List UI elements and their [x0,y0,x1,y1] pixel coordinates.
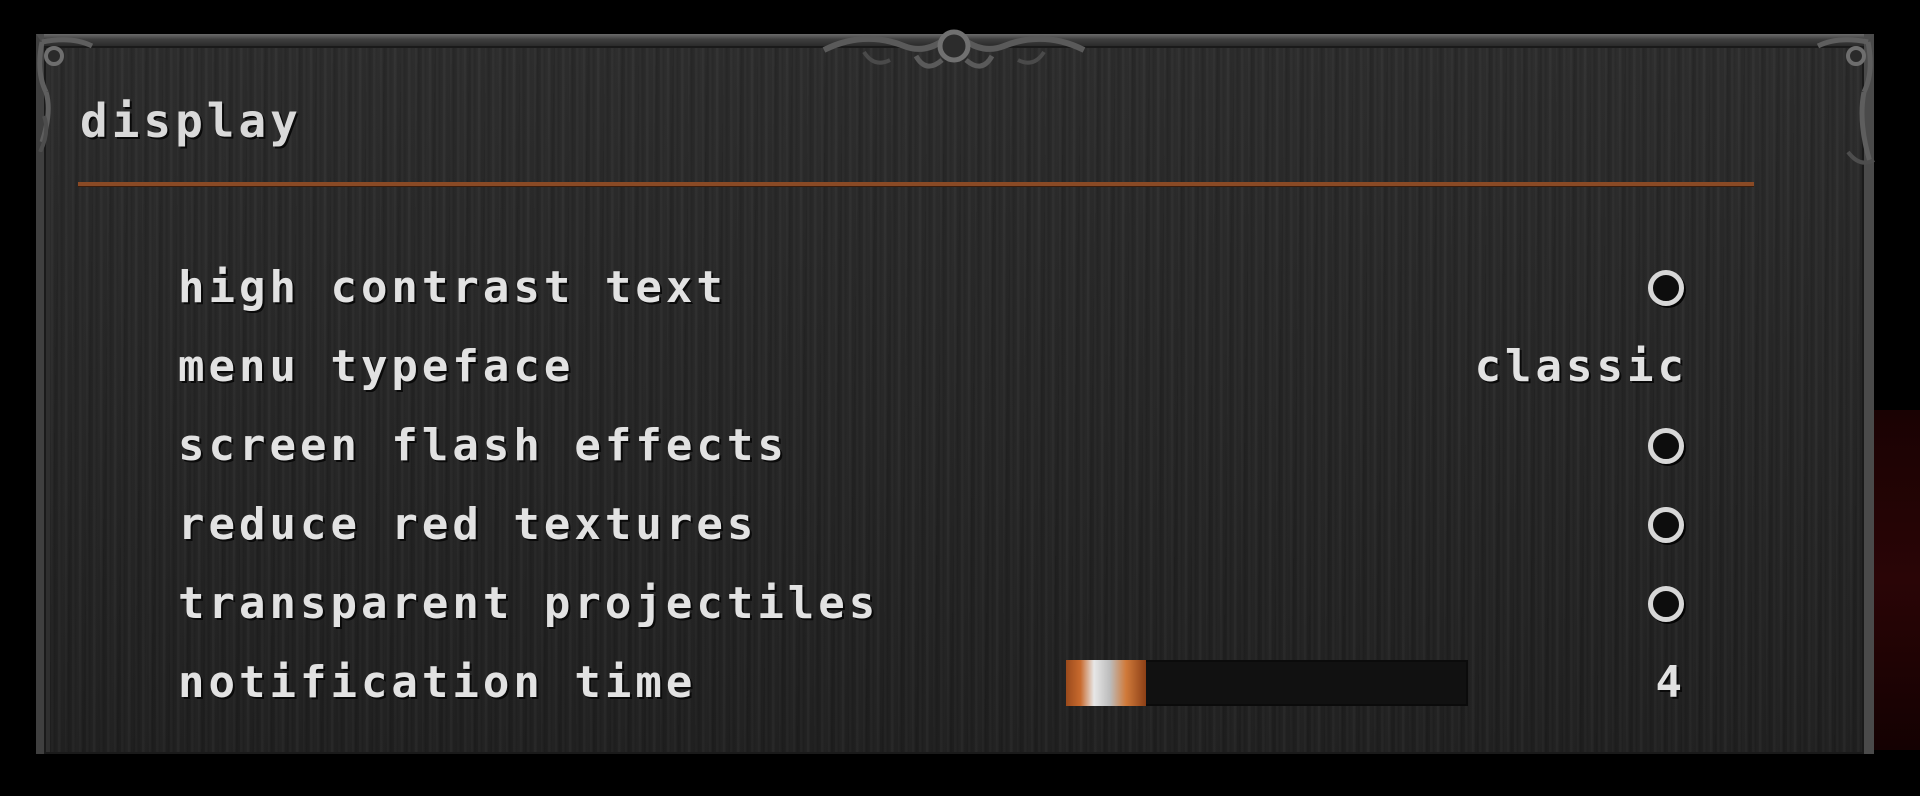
game-screen: display high contrast text menu typeface… [0,0,1920,796]
setting-screen-flash-effects[interactable]: screen flash effects [178,406,1708,485]
setting-label: transparent projectiles [178,578,880,629]
setting-transparent-projectiles[interactable]: transparent projectiles [178,564,1708,643]
setting-label: notification time [178,657,697,708]
setting-label: menu typeface [178,341,575,392]
setting-label: high contrast text [178,262,727,313]
empty-circle-toggle-icon[interactable] [1648,585,1684,622]
slider-value: 4 [1655,657,1683,708]
setting-label: screen flash effects [178,420,788,471]
background-scene [1874,410,1920,750]
setting-high-contrast-text[interactable]: high contrast text [178,248,1708,327]
section-divider [78,182,1754,186]
section-title: display [80,94,302,148]
empty-circle-toggle-icon[interactable] [1648,427,1684,464]
typeface-selector[interactable]: classic [1475,341,1688,392]
notification-time-slider[interactable] [1066,659,1468,706]
corner-ornament-icon [1808,32,1878,176]
setting-reduce-red-textures[interactable]: reduce red textures [178,485,1708,564]
setting-menu-typeface[interactable]: menu typeface classic [178,327,1708,406]
setting-label: reduce red textures [178,499,758,550]
empty-circle-toggle-icon[interactable] [1648,269,1684,306]
setting-notification-time[interactable]: notification time 4 [178,643,1708,722]
scrollwork-ornament-icon [804,20,1104,90]
empty-circle-toggle-icon[interactable] [1648,506,1684,543]
settings-list: high contrast text menu typeface classic… [178,248,1708,722]
slider-fill [1066,659,1147,706]
